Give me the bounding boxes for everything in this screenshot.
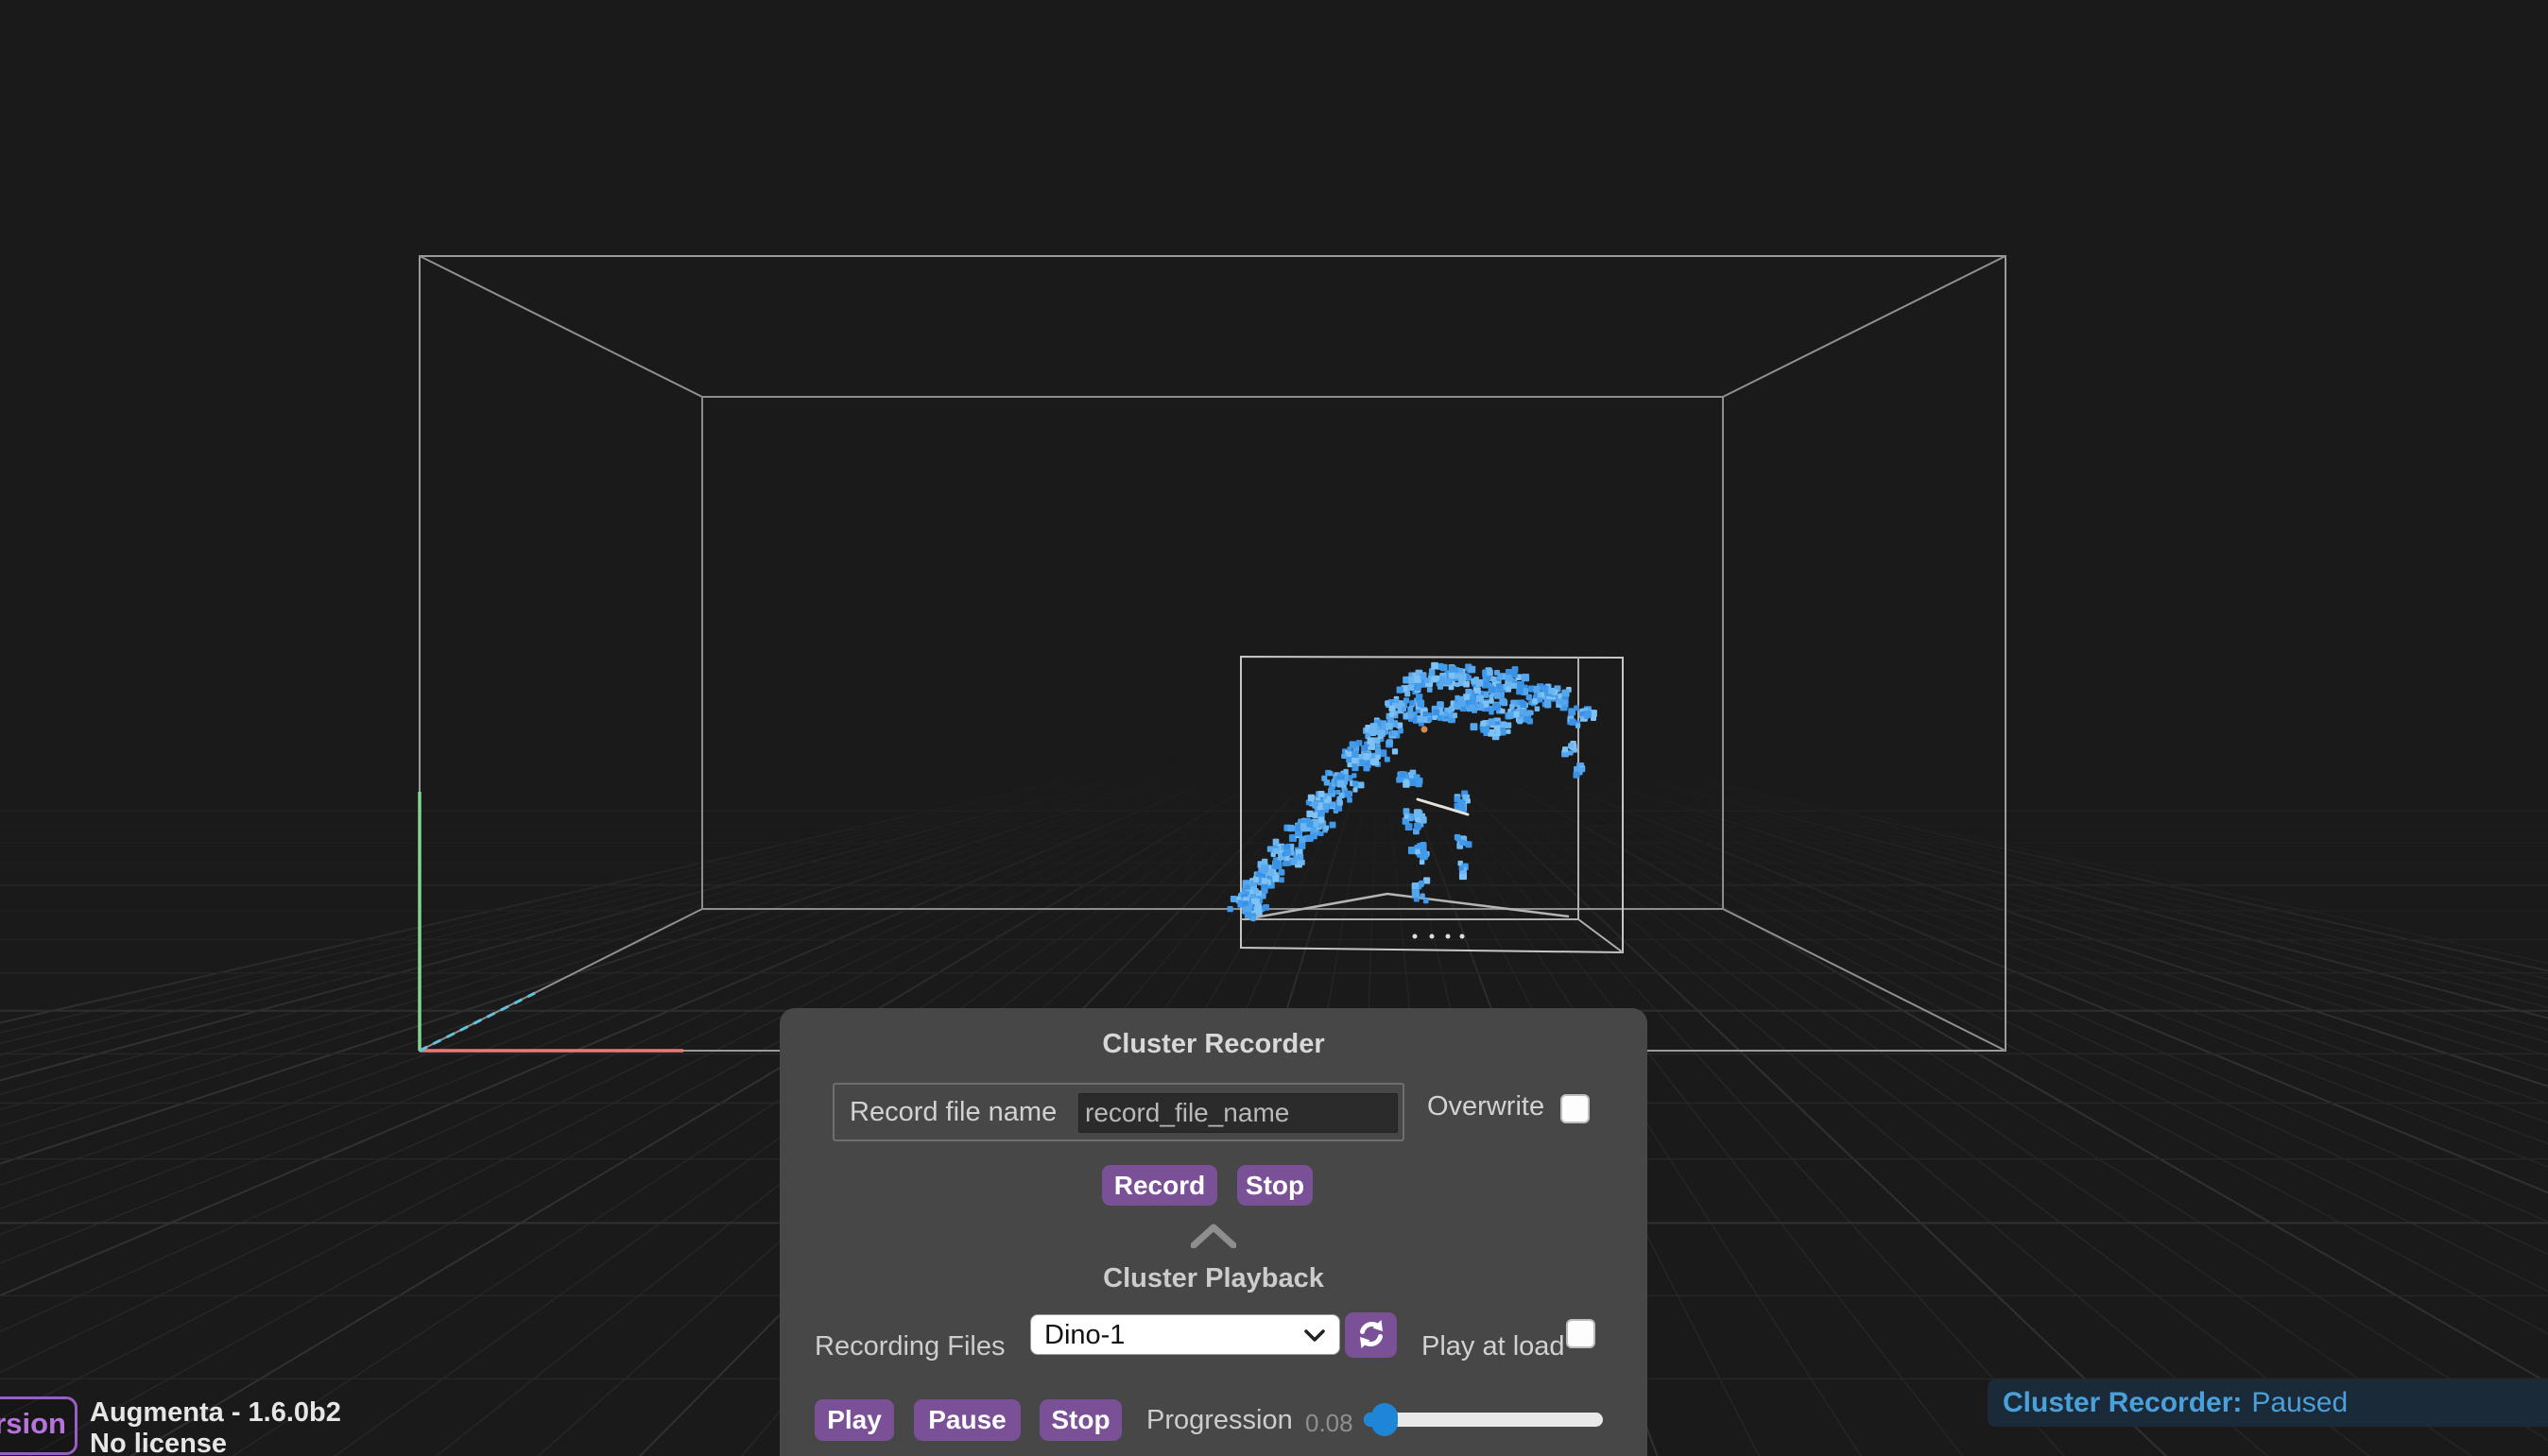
record-file-label: Record file name (850, 1085, 1057, 1139)
stop-playback-button[interactable]: Stop (1040, 1399, 1122, 1441)
recorder-status-value: Paused (2251, 1387, 2348, 1418)
app-window: Cluster Recorder Record file name Overwr… (0, 0, 2548, 1456)
pause-button[interactable]: Pause (914, 1399, 1021, 1441)
app-info: Augmenta - 1.6.0b2 No license (90, 1397, 341, 1456)
overwrite-checkbox[interactable] (1560, 1094, 1590, 1123)
recording-files-select[interactable]: Dino-1 (1030, 1314, 1340, 1355)
overwrite-label: Overwrite (1427, 1091, 1544, 1122)
chevron-down-icon (1301, 1324, 1328, 1346)
panel-title: Cluster Recorder (780, 1029, 1647, 1060)
play-button[interactable]: Play (815, 1399, 894, 1441)
play-at-load-label: Play at load (1421, 1331, 1565, 1362)
cluster-recorder-panel: Cluster Recorder Record file name Overwr… (780, 1008, 1647, 1456)
progression-slider-thumb[interactable] (1371, 1403, 1398, 1436)
record-button[interactable]: Record (1102, 1165, 1217, 1206)
recorder-status-prefix: Cluster Recorder: (2003, 1387, 2242, 1418)
progression-label: Progression (1146, 1405, 1293, 1436)
playback-title: Cluster Playback (780, 1263, 1647, 1294)
refresh-recordings-button[interactable] (1345, 1312, 1397, 1358)
stop-record-button[interactable]: Stop (1237, 1165, 1313, 1206)
recorder-status-bar: Cluster Recorder: Paused (1988, 1379, 2548, 1427)
recording-files-label: Recording Files (815, 1331, 1005, 1362)
recording-files-value: Dino-1 (1044, 1320, 1125, 1350)
collapse-chevron-up-icon[interactable] (1191, 1224, 1236, 1248)
record-file-name-input[interactable] (1078, 1093, 1398, 1133)
progression-slider[interactable] (1364, 1413, 1603, 1427)
record-file-group: Record file name (833, 1083, 1404, 1141)
play-at-load-checkbox[interactable] (1566, 1319, 1595, 1348)
app-name-version: Augmenta - 1.6.0b2 (90, 1397, 341, 1429)
progression-value: 0.08 (1305, 1409, 1353, 1438)
refresh-icon (1354, 1317, 1388, 1351)
version-button[interactable]: Version (0, 1396, 77, 1455)
license-status: No license (90, 1429, 341, 1456)
